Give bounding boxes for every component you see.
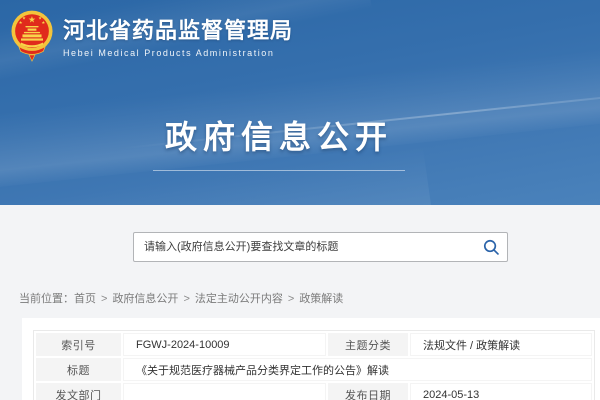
svg-text:★: ★	[19, 20, 23, 25]
hero-banner: ★ ★ ★ ★ ★ 河北省药品监督管理局 Hebei Medical Produ…	[0, 0, 600, 205]
breadcrumb: 当前位置：首页 > 政府信息公开 > 法定主动公开内容 > 政策解读	[19, 290, 343, 306]
publish-date-value: 2024-05-13	[410, 383, 592, 400]
breadcrumb-item-policy-interpretation[interactable]: 政策解读	[299, 293, 343, 305]
breadcrumb-prefix: 当前位置：	[19, 293, 74, 305]
page-title: 政府信息公开	[165, 112, 393, 158]
search-button[interactable]	[475, 233, 507, 261]
index-number-label: 索引号	[36, 333, 121, 356]
site-brand[interactable]: ★ ★ ★ ★ ★ 河北省药品监督管理局 Hebei Medical Produ…	[10, 9, 293, 62]
breadcrumb-separator: >	[101, 293, 107, 305]
title-label: 标题	[36, 358, 121, 381]
search-input[interactable]	[134, 233, 475, 261]
site-name-english: Hebei Medical Products Administration	[63, 48, 293, 58]
document-info-table: 索引号 FGWJ-2024-10009 主题分类 法规文件 / 政策解读 标题 …	[33, 330, 595, 400]
table-row: 标题 《关于规范医疗器械产品分类界定工作的公告》解读	[36, 358, 592, 381]
svg-text:★: ★	[41, 20, 45, 25]
title-underline	[153, 170, 405, 171]
department-label: 发文部门	[36, 383, 121, 400]
title-value: 《关于规范医疗器械产品分类界定工作的公告》解读	[123, 358, 592, 381]
site-name-block: 河北省药品监督管理局 Hebei Medical Products Admini…	[63, 13, 293, 58]
national-emblem-icon: ★ ★ ★ ★ ★	[10, 9, 54, 62]
index-number-value: FGWJ-2024-10009	[123, 333, 326, 356]
search-icon	[483, 239, 500, 256]
hero-title-block: 政府信息公开	[0, 112, 579, 171]
breadcrumb-separator: >	[183, 293, 189, 305]
search-box	[133, 232, 508, 262]
table-row: 索引号 FGWJ-2024-10009 主题分类 法规文件 / 政策解读	[36, 333, 592, 356]
table-row: 发文部门 发布日期 2024-05-13	[36, 383, 592, 400]
publish-date-label: 发布日期	[328, 383, 408, 400]
category-value: 法规文件 / 政策解读	[410, 333, 592, 356]
breadcrumb-separator: >	[288, 293, 294, 305]
site-name: 河北省药品监督管理局	[63, 13, 293, 45]
page: ★ ★ ★ ★ ★ 河北省药品监督管理局 Hebei Medical Produ…	[0, 0, 600, 400]
document-info-card: 索引号 FGWJ-2024-10009 主题分类 法规文件 / 政策解读 标题 …	[22, 318, 600, 400]
breadcrumb-item-home[interactable]: 首页	[74, 293, 96, 305]
breadcrumb-item-gov-info[interactable]: 政府信息公开	[112, 293, 178, 305]
category-label: 主题分类	[328, 333, 408, 356]
breadcrumb-item-disclosure-content[interactable]: 法定主动公开内容	[195, 293, 283, 305]
department-value	[123, 383, 326, 400]
svg-text:★: ★	[28, 14, 36, 24]
